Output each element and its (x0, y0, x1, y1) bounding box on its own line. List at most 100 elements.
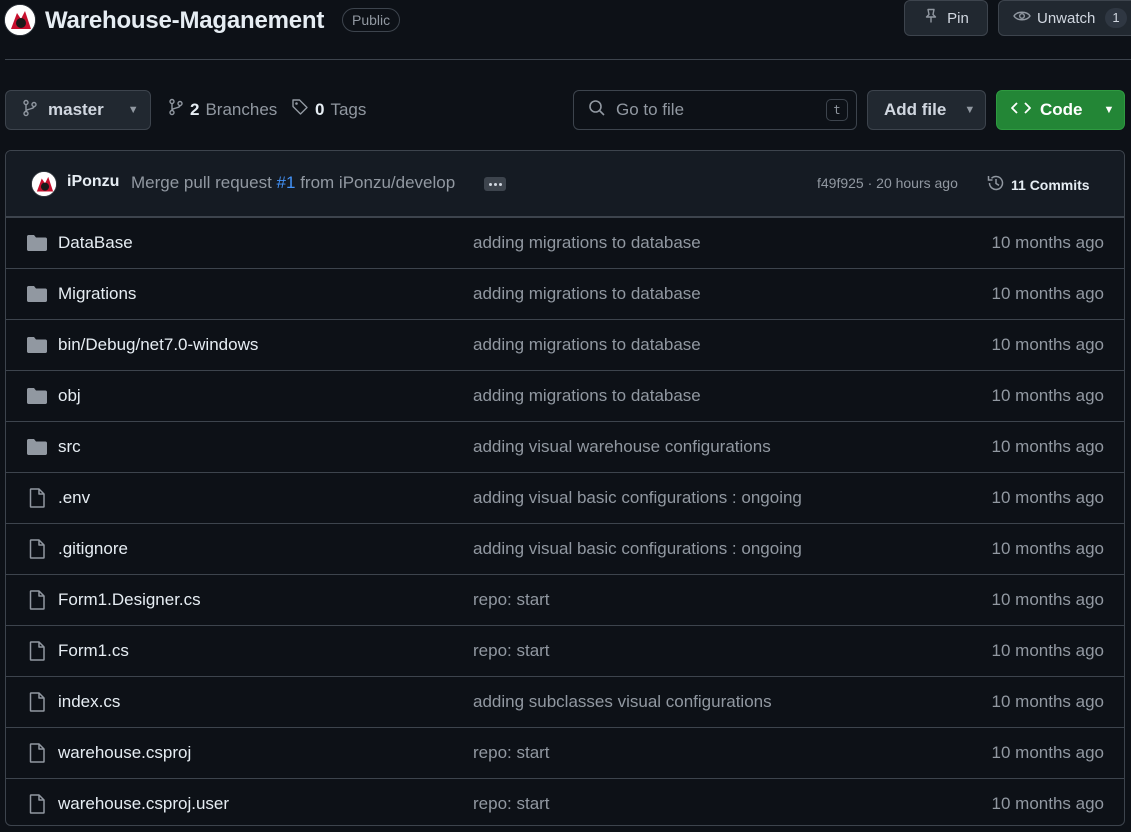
watch-label: Unwatch (1037, 9, 1096, 27)
file-commit-time: 10 months ago (991, 743, 1104, 762)
file-name-link[interactable]: Migrations (58, 284, 136, 304)
commit-sha-time[interactable]: f49f925 · 20 hours ago (817, 175, 958, 191)
file-row[interactable]: Migrations adding migrations to database 1… (6, 268, 1124, 319)
file-name-link[interactable]: index.cs (58, 692, 120, 712)
file-commit-message[interactable]: adding visual warehouse configurations (473, 437, 771, 457)
file-row[interactable]: index.cs adding subclasses visual configu… (6, 676, 1124, 727)
file-row[interactable]: obj adding migrations to database 10 month… (6, 370, 1124, 421)
file-commit-message[interactable]: adding migrations to database (473, 386, 701, 406)
file-row[interactable]: warehouse.csproj repo: start 10 months ago (6, 727, 1124, 778)
author-avatar[interactable] (31, 171, 57, 197)
eye-icon (1013, 8, 1031, 28)
file-commit-time: 10 months ago (991, 386, 1104, 405)
visibility-badge: Public (342, 8, 401, 32)
file-commit-message[interactable]: adding migrations to database (473, 335, 701, 355)
commit-message-prefix: Merge pull request (131, 173, 272, 192)
file-icon (26, 743, 48, 763)
add-file-button[interactable]: Add file ▼ (867, 90, 986, 130)
file-row[interactable]: .gitignore adding visual basic configurat… (6, 523, 1124, 574)
branches-label: Branches (205, 99, 278, 119)
search-placeholder: Go to file (616, 100, 685, 119)
file-icon (26, 794, 48, 814)
file-commit-message[interactable]: adding migrations to database (473, 233, 701, 253)
file-commit-message[interactable]: adding visual basic configurations : ong… (473, 539, 802, 559)
file-name-link[interactable]: Form1.cs (58, 641, 129, 661)
branches-link[interactable]: 2 Branches (168, 98, 277, 121)
branch-selector[interactable]: master ▼ (5, 90, 151, 130)
file-row[interactable]: DataBase adding migrations to database 10 … (6, 217, 1124, 268)
ellipsis-dot (488, 182, 492, 186)
file-commit-message[interactable]: repo: start (473, 590, 550, 610)
commit-message[interactable]: Merge pull request #1 from iPonzu/develo… (131, 173, 455, 193)
folder-icon (26, 386, 48, 406)
code-label: Code (1040, 100, 1083, 119)
file-commit-time: 10 months ago (991, 233, 1104, 252)
add-file-label: Add file (884, 100, 947, 119)
file-row[interactable]: bin/Debug/net7.0-windows adding migration… (6, 319, 1124, 370)
file-name-link[interactable]: .env (58, 488, 90, 508)
file-name-link[interactable]: bin/Debug/net7.0-windows (58, 335, 258, 355)
file-commit-time: 10 months ago (991, 641, 1104, 660)
folder-icon (26, 335, 48, 355)
code-icon (1011, 100, 1031, 121)
file-commit-time: 10 months ago (991, 539, 1104, 558)
file-commit-message[interactable]: adding migrations to database (473, 284, 701, 304)
commit-author[interactable]: iPonzu (67, 173, 119, 191)
file-commit-time: 10 months ago (991, 590, 1104, 609)
file-row[interactable]: Form1.Designer.cs repo: start 10 months ag… (6, 574, 1124, 625)
branches-count: 2 (190, 99, 200, 119)
tags-link[interactable]: 0 Tags (291, 98, 366, 121)
file-name-link[interactable]: DataBase (58, 233, 133, 253)
file-commit-message[interactable]: adding visual basic configurations : ong… (473, 488, 802, 508)
watch-button[interactable]: Unwatch 1 (998, 0, 1131, 36)
tags-count: 0 (315, 99, 325, 119)
commits-link[interactable]: 11 Commits (986, 173, 1090, 196)
pin-label: Pin (947, 9, 969, 27)
folder-icon (26, 284, 48, 304)
file-icon (26, 641, 48, 661)
latest-commit-bar: iPonzu Merge pull request #1 from iPonzu… (6, 151, 1124, 217)
folder-icon (26, 437, 48, 457)
file-commit-time: 10 months ago (991, 692, 1104, 711)
code-button[interactable]: Code ▼ (996, 90, 1125, 130)
file-name-link[interactable]: .gitignore (58, 539, 128, 559)
shortcut-key: t (826, 99, 848, 121)
file-name-link[interactable]: Form1.Designer.cs (58, 590, 201, 610)
ellipsis-dot (493, 182, 497, 186)
file-commit-message[interactable]: repo: start (473, 743, 550, 763)
pull-request-link[interactable]: #1 (277, 173, 296, 192)
pin-icon (923, 8, 939, 28)
git-branch-icon (168, 98, 184, 121)
expand-commit-button[interactable] (484, 177, 506, 191)
tags-label: Tags (330, 99, 367, 119)
chevron-down-icon: ▼ (964, 104, 976, 116)
file-icon (26, 692, 48, 712)
pin-button[interactable]: Pin (904, 0, 988, 36)
file-row[interactable]: src adding visual warehouse configuration… (6, 421, 1124, 472)
file-row[interactable]: Form1.cs repo: start 10 months ago (6, 625, 1124, 676)
file-row[interactable]: .env adding visual basic configurations :… (6, 472, 1124, 523)
file-name-link[interactable]: warehouse.csproj (58, 743, 191, 763)
file-commit-time: 10 months ago (991, 335, 1104, 354)
file-row[interactable]: warehouse.csproj.user repo: start 10 month… (6, 778, 1124, 826)
file-name-link[interactable]: obj (58, 386, 81, 406)
owner-avatar[interactable] (4, 4, 36, 36)
header-divider (5, 59, 1131, 60)
ellipsis-dot (498, 182, 502, 186)
file-commit-time: 10 months ago (991, 284, 1104, 303)
file-commit-message[interactable]: adding subclasses visual configurations (473, 692, 772, 712)
file-commit-message[interactable]: repo: start (473, 794, 550, 814)
watch-counter: 1 (1105, 8, 1127, 28)
history-icon (986, 173, 1006, 196)
chevron-down-icon: ▼ (127, 104, 139, 116)
search-icon (588, 99, 606, 122)
file-name-link[interactable]: warehouse.csproj.user (58, 794, 229, 814)
tag-icon (291, 98, 309, 121)
file-name-link[interactable]: src (58, 437, 81, 457)
file-commit-message[interactable]: repo: start (473, 641, 550, 661)
file-commit-time: 10 months ago (991, 794, 1104, 813)
go-to-file-input[interactable]: Go to file t (573, 90, 857, 130)
repo-name[interactable]: Warehouse-Maganement (45, 4, 324, 38)
commit-message-suffix: from iPonzu/develop (300, 173, 456, 192)
chevron-down-icon: ▼ (1103, 104, 1115, 116)
